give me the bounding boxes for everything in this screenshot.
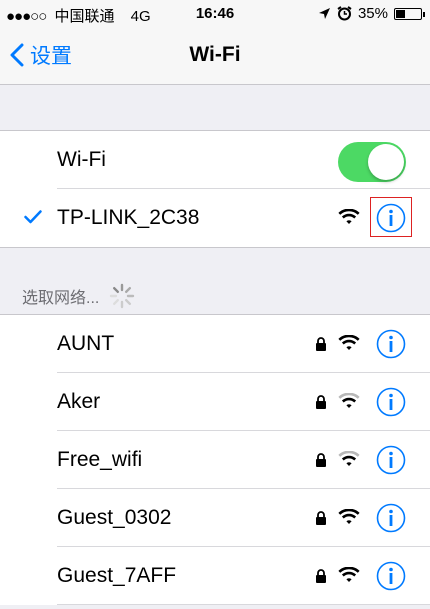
location-icon <box>318 8 330 19</box>
info-icon[interactable] <box>376 561 406 591</box>
connected-network-row[interactable]: TP-LINK_2C38 <box>0 189 430 247</box>
row-separator <box>57 604 430 605</box>
lock-icon <box>316 337 326 351</box>
loading-spinner-icon <box>110 283 135 309</box>
info-icon[interactable] <box>376 387 406 417</box>
network-row[interactable]: Aker <box>0 373 430 431</box>
network-name: Guest_0302 <box>57 506 172 529</box>
wifi-toggle-label: Wi-Fi <box>57 148 106 171</box>
lock-icon <box>316 569 326 583</box>
wifi-toggle[interactable] <box>338 142 406 182</box>
network-name: Guest_7AFF <box>57 564 177 587</box>
wifi-signal-medium-icon <box>338 451 360 466</box>
network-row[interactable]: Guest_0302 <box>0 489 430 547</box>
lock-icon <box>316 453 326 467</box>
lock-icon <box>316 511 326 525</box>
wifi-signal-full-icon <box>338 509 360 524</box>
status-bar: ●●●○○ 中国联通 4G 16:46 35% <box>0 0 430 28</box>
nav-bar: 设置 Wi-Fi <box>0 28 430 85</box>
info-icon[interactable] <box>376 445 406 475</box>
toggle-knob <box>368 144 404 180</box>
battery-percent: 35% <box>357 5 388 22</box>
connected-network-name: TP-LINK_2C38 <box>57 206 200 229</box>
networks-list: AUNT Aker Free_wifi Guest_0302 Guest_7AF… <box>0 315 430 605</box>
info-icon[interactable] <box>376 203 406 233</box>
section-header-label: 选取网络... <box>22 290 100 307</box>
status-right: 35% <box>318 5 425 22</box>
info-icon[interactable] <box>376 503 406 533</box>
wifi-toggle-row: Wi-Fi <box>0 131 430 189</box>
checkmark-icon <box>24 210 42 224</box>
network-name: Aker <box>57 390 101 413</box>
page-title: Wi-Fi <box>189 43 241 66</box>
wifi-signal-full-icon <box>338 209 360 224</box>
networks-group: AUNT Aker Free_wifi Guest_0302 Guest_7AF… <box>0 314 430 605</box>
network-name: AUNT <box>57 332 115 355</box>
alarm-icon <box>337 6 352 21</box>
battery-fill <box>396 9 406 18</box>
lock-icon <box>316 395 326 409</box>
wifi-group: Wi-Fi TP-LINK_2C38 <box>0 130 430 248</box>
network-name: Free_wifi <box>57 448 143 471</box>
network-row[interactable]: Guest_7AFF <box>0 547 430 605</box>
battery-icon <box>394 7 425 20</box>
info-icon[interactable] <box>376 329 406 359</box>
wifi-signal-full-icon <box>338 567 360 582</box>
network-row[interactable]: AUNT <box>0 315 430 373</box>
wifi-signal-full-icon <box>338 335 360 350</box>
wifi-signal-medium-icon <box>338 393 360 408</box>
section-header: 选取网络... <box>22 283 135 309</box>
network-row[interactable]: Free_wifi <box>0 431 430 489</box>
